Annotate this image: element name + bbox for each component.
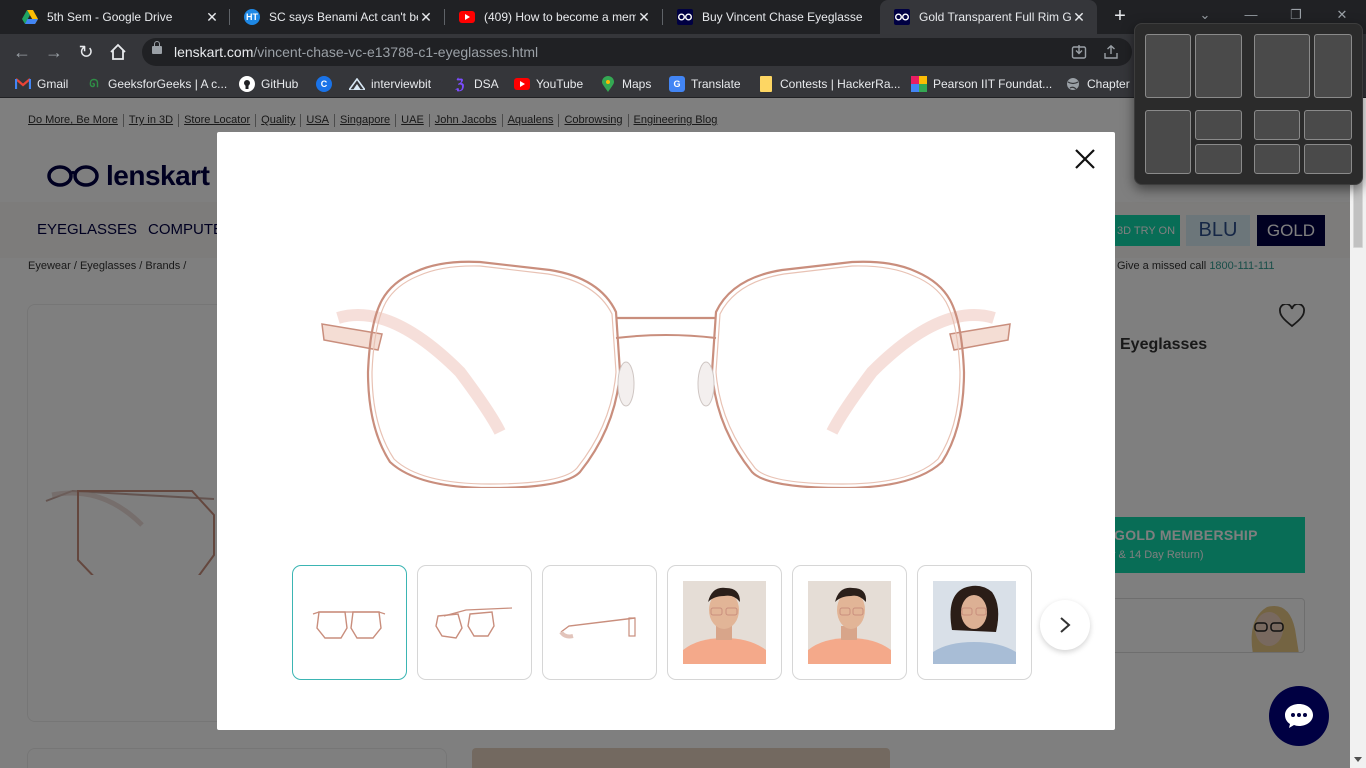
google-drive-icon <box>22 9 38 25</box>
lenskart-icon <box>894 9 910 25</box>
browser-tab-active[interactable]: Gold Transparent Full Rim Ge ✕ <box>880 0 1097 34</box>
bookmark-interviewbit[interactable]: interviewbit <box>349 75 431 93</box>
interviewbit-icon <box>349 76 365 92</box>
folder-icon <box>758 76 774 92</box>
dsa-icon: ℨ <box>455 75 465 92</box>
snap-layouts-flyout <box>1134 23 1363 185</box>
bookmark-github[interactable]: GitHub <box>239 75 298 93</box>
github-icon <box>239 76 255 92</box>
home-icon[interactable] <box>106 40 130 64</box>
browser-tab[interactable]: Buy Vincent Chase Eyeglasse <box>663 0 879 34</box>
gfg-icon: ᘏ <box>89 77 99 90</box>
pearson-icon <box>911 76 927 92</box>
install-app-icon[interactable] <box>1070 44 1088 60</box>
back-arrow-icon[interactable]: ← <box>10 40 34 64</box>
snap-zone[interactable] <box>1195 110 1242 140</box>
tab-title: Gold Transparent Full Rim Ge <box>919 10 1071 24</box>
bookmark-chapter[interactable]: Chapter <box>1065 75 1130 93</box>
thumbnail-female-model[interactable] <box>917 565 1032 680</box>
bookmark-codechef[interactable]: C <box>316 75 338 93</box>
address-url: lenskart.com/vincent-chase-vc-e13788-c1-… <box>174 44 539 60</box>
scroll-down-icon[interactable] <box>1354 757 1362 762</box>
translate-icon: G <box>669 76 685 92</box>
main-product-image <box>321 260 1011 488</box>
snap-zone[interactable] <box>1195 144 1242 174</box>
tab-title: SC says Benami Act can't be a <box>269 10 418 24</box>
lenskart-icon <box>677 9 693 25</box>
bookmark-hackerrank[interactable]: Contests | HackerRa... <box>758 75 901 93</box>
share-icon[interactable] <box>1102 44 1120 60</box>
chevron-right-icon <box>1060 617 1071 633</box>
page-scrollbar[interactable] <box>1350 98 1366 768</box>
snap-zone[interactable] <box>1254 144 1300 174</box>
tab-title: (409) How to become a mem <box>484 10 636 24</box>
bookmark-geeksforgeeks[interactable]: ᘏ GeeksforGeeks | A c... <box>86 75 227 93</box>
bookmark-translate[interactable]: G Translate <box>669 75 741 93</box>
forward-arrow-icon[interactable]: → <box>42 40 66 64</box>
thumbnail-angle-view[interactable] <box>417 565 532 680</box>
next-image-button[interactable] <box>1040 600 1090 650</box>
close-modal-icon[interactable] <box>1074 148 1096 170</box>
tab-title: Buy Vincent Chase Eyeglasse <box>702 10 863 24</box>
chat-bubble-icon <box>1285 704 1313 728</box>
snap-zone[interactable] <box>1195 34 1242 98</box>
gmail-icon <box>15 76 31 92</box>
new-tab-button[interactable]: + <box>1108 5 1132 29</box>
browser-tab[interactable]: (409) How to become a mem ✕ <box>445 0 662 34</box>
close-tab-icon[interactable]: ✕ <box>418 9 434 26</box>
bookmark-youtube[interactable]: YouTube <box>514 75 583 93</box>
lock-icon <box>152 41 162 54</box>
chat-button[interactable] <box>1269 686 1329 746</box>
snap-zone[interactable] <box>1314 34 1352 98</box>
close-tab-icon[interactable]: ✕ <box>636 9 652 26</box>
snap-zone[interactable] <box>1254 110 1300 140</box>
address-bar[interactable]: lenskart.com/vincent-chase-vc-e13788-c1-… <box>142 38 1132 66</box>
bookmark-gmail[interactable]: Gmail <box>15 75 68 93</box>
thumbnail-side-view[interactable] <box>542 565 657 680</box>
tab-title: 5th Sem - Google Drive <box>47 10 173 24</box>
snap-zone[interactable] <box>1145 34 1191 98</box>
snap-zone[interactable] <box>1304 110 1352 140</box>
browser-tab[interactable]: HT SC says Benami Act can't be a ✕ <box>230 0 444 34</box>
thumbnail-male-model-angle[interactable] <box>792 565 907 680</box>
image-gallery-modal <box>217 132 1115 730</box>
web-page: Do More, Be More Try in 3D Store Locator… <box>0 98 1350 768</box>
bookmark-dsa[interactable]: ℨ DSA <box>452 75 499 93</box>
snap-zone[interactable] <box>1145 110 1191 174</box>
codechef-icon: C <box>316 76 332 92</box>
youtube-icon <box>459 9 475 25</box>
maps-icon <box>600 76 616 92</box>
ht-news-icon: HT <box>244 9 260 25</box>
close-tab-icon[interactable]: ✕ <box>204 9 220 26</box>
bookmark-pearson[interactable]: Pearson IIT Foundat... <box>911 75 1052 93</box>
globe-icon <box>1065 76 1081 92</box>
snap-zone[interactable] <box>1254 34 1310 98</box>
bookmark-maps[interactable]: Maps <box>600 75 651 93</box>
close-tab-icon[interactable]: ✕ <box>1071 9 1087 26</box>
browser-tab[interactable]: 5th Sem - Google Drive ✕ <box>8 0 230 34</box>
snap-zone[interactable] <box>1304 144 1352 174</box>
reload-icon[interactable]: ↻ <box>74 40 98 64</box>
youtube-icon <box>514 76 530 92</box>
thumbnail-front-view[interactable] <box>292 565 407 680</box>
thumbnail-male-model-front[interactable] <box>667 565 782 680</box>
